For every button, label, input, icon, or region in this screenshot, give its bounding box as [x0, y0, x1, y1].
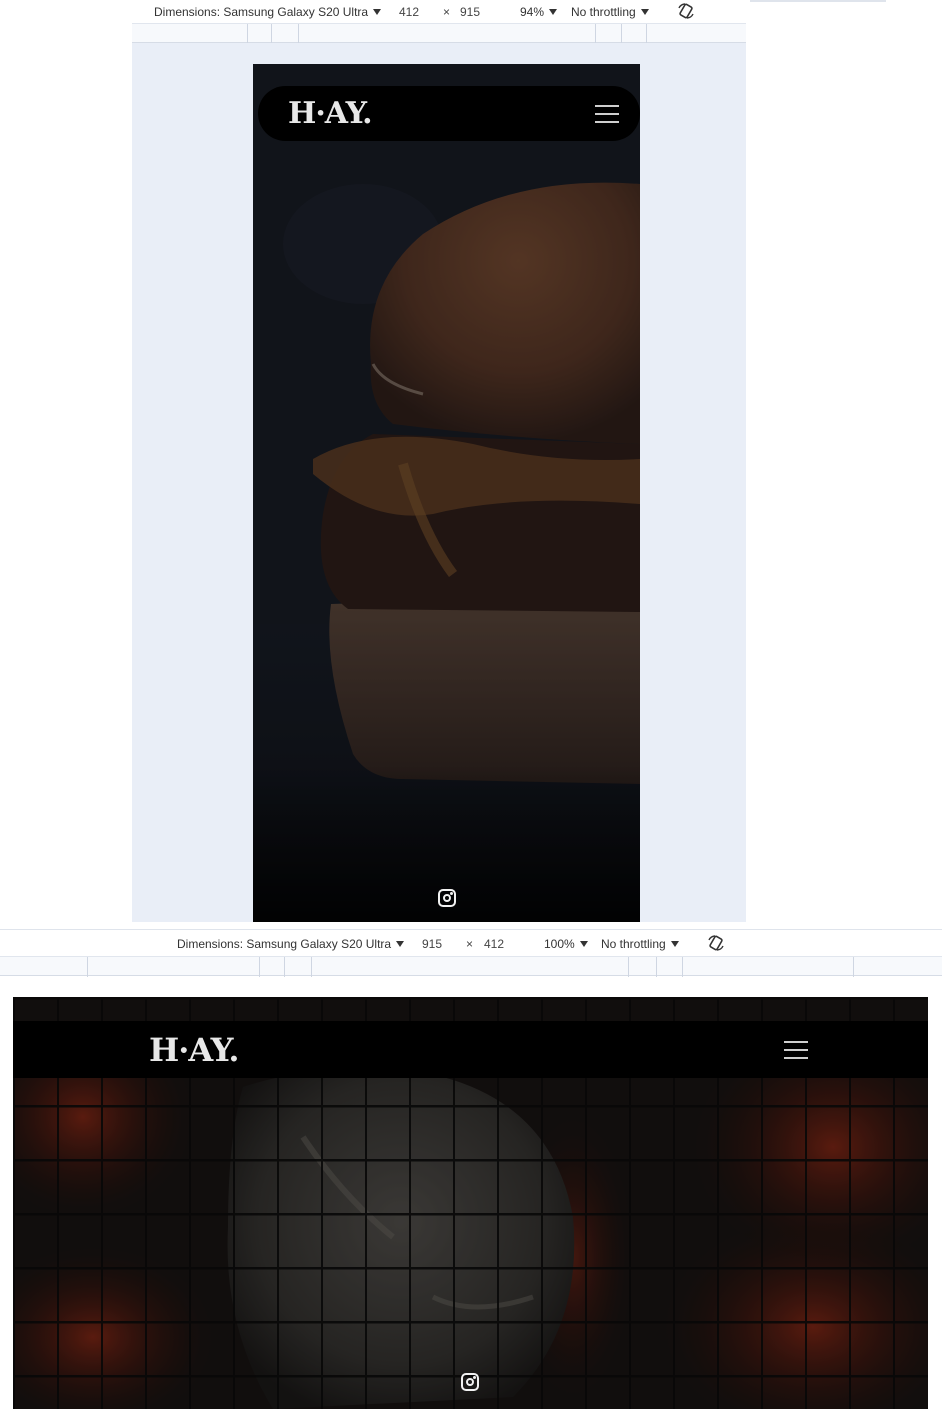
throttling-select[interactable]: No throttling — [601, 937, 679, 951]
device-select[interactable]: Dimensions: Samsung Galaxy S20 Ultra — [154, 4, 382, 19]
chevron-down-icon — [670, 941, 679, 948]
zoom-select[interactable]: 94% — [520, 4, 558, 19]
throttling-select[interactable]: No throttling — [571, 5, 649, 19]
devtools-toolbar-top: Dimensions: Samsung Galaxy S20 Ultra 412… — [0, 0, 746, 23]
height-input[interactable]: 915 — [460, 5, 480, 19]
media-query-ruler-bottom — [0, 956, 942, 977]
chevron-down-icon — [579, 941, 588, 948]
hamburger-menu-icon[interactable] — [595, 105, 619, 123]
devtools-toolbar-bottom: Dimensions: Samsung Galaxy S20 Ultra 915… — [0, 932, 942, 955]
dimension-separator: × — [466, 936, 474, 951]
site-logo[interactable]: H·AY. — [288, 96, 373, 131]
instagram-icon[interactable] — [438, 889, 456, 907]
zoom-label: 100% — [544, 936, 575, 951]
device-label: Dimensions: Samsung Galaxy S20 Ultra — [177, 936, 392, 951]
burger-hero-image — [253, 64, 640, 922]
chevron-down-icon — [396, 941, 405, 948]
device-select[interactable]: Dimensions: Samsung Galaxy S20 Ultra — [177, 936, 405, 951]
zoom-select[interactable]: 100% — [544, 937, 588, 951]
width-input[interactable]: 915 — [422, 937, 442, 951]
throttling-label: No throttling — [601, 936, 666, 951]
width-input[interactable]: 412 — [399, 5, 419, 19]
mobile-viewport-portrait — [253, 64, 640, 922]
instagram-icon[interactable] — [461, 1373, 479, 1391]
toolbar-divider — [750, 0, 886, 2]
site-logo[interactable]: H·AY. — [149, 1031, 239, 1069]
device-label: Dimensions: Samsung Galaxy S20 Ultra — [154, 4, 369, 19]
height-input[interactable]: 412 — [484, 937, 504, 951]
rotate-icon[interactable] — [707, 934, 725, 952]
site-header-portrait: H·AY. — [258, 86, 640, 141]
rotate-icon[interactable] — [677, 2, 695, 20]
dimension-separator: × — [443, 4, 451, 19]
toolbar-divider — [0, 929, 942, 930]
media-query-ruler-top — [132, 23, 746, 44]
hamburger-menu-icon[interactable] — [784, 1041, 808, 1059]
zoom-label: 94% — [520, 4, 545, 19]
chevron-down-icon — [640, 9, 649, 16]
site-header-landscape: H·AY. — [13, 1021, 928, 1078]
throttling-label: No throttling — [571, 4, 636, 19]
chevron-down-icon — [373, 9, 382, 16]
chevron-down-icon — [549, 9, 558, 16]
